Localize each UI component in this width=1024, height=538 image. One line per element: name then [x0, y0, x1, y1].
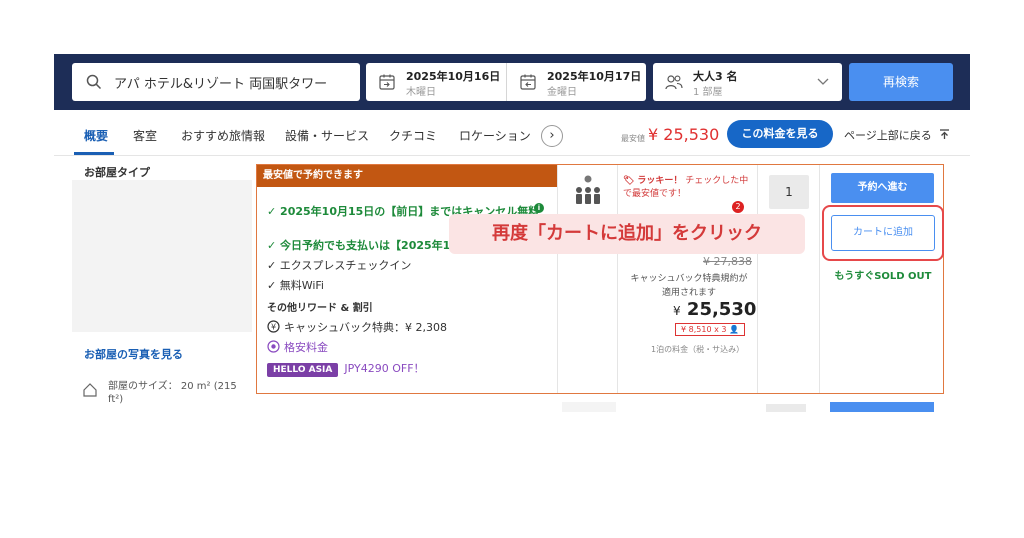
- lucky-title: ラッキー！: [637, 176, 683, 186]
- checkout-date: 2025年10月17日: [547, 70, 642, 83]
- price-per-person-text: ¥ 8,510 x 3: [681, 325, 727, 334]
- discount-text: 格安料金: [284, 341, 328, 354]
- occupancy-icon: [576, 175, 600, 204]
- svg-text:¥: ¥: [271, 323, 276, 332]
- discount-label: 格安料金: [267, 339, 328, 355]
- perk-wifi-text: 無料WiFi: [279, 279, 324, 292]
- sold-out-soon-label: もうすぐSOLD OUT: [834, 271, 932, 282]
- search-bar: アパ ホテル&リゾート 両国駅タワー 2025年10月16日 木曜日 2025年…: [54, 54, 970, 110]
- hello-asia-badge: HELLO ASIA: [267, 363, 339, 377]
- guests-icon: [665, 75, 683, 90]
- room-type-heading: お部屋タイプ: [84, 166, 150, 179]
- lowest-price: ¥ 25,530: [648, 125, 720, 144]
- hotel-nav-tabs: 概要 客室 おすすめ旅情報 設備・サービス クチコミ ロケーション › 最安値 …: [54, 110, 970, 156]
- room-size-icon: [83, 383, 97, 397]
- cashback-terms: キャッシュバック特典規約が適用されます: [630, 274, 748, 298]
- lucky-count-badge: 2: [732, 201, 744, 213]
- perk-express-checkin-text: エクスプレスチェックイン: [279, 259, 412, 272]
- per-night-note: 1泊の料金（税・サ込み）: [651, 345, 745, 354]
- room-price: ¥ 25,530: [673, 299, 756, 320]
- back-to-top-link[interactable]: ページ上部に戻る: [844, 127, 950, 143]
- deal-header: 最安値で予約できます: [257, 165, 557, 187]
- room-photos-link[interactable]: お部屋の写真を見る: [84, 346, 183, 362]
- cart-button-highlight: [822, 205, 944, 261]
- room-size: 部屋のサイズ： 20 m² (215 ft²): [108, 381, 237, 405]
- column-divider: [819, 165, 820, 393]
- perk-wifi: ✓ 無料WiFi: [267, 279, 324, 292]
- room-info-column: お部屋タイプ お部屋の写真を見る 部屋のサイズ： 20 m² (215 ft²): [72, 156, 252, 412]
- tab-location[interactable]: ロケーション: [459, 127, 531, 144]
- calendar-checkout-icon: [520, 74, 536, 90]
- instruction-callout: 再度「カートに追加」をクリック: [449, 214, 805, 254]
- destination-text: アパ ホテル&リゾート 両国駅タワー: [114, 77, 328, 92]
- next-row-preview: [256, 402, 944, 412]
- chevron-right-icon: ›: [549, 128, 555, 143]
- perk-pay-later: ✓ 今日予約でも支払いは【2025年1: [267, 239, 451, 252]
- checkin-date-field[interactable]: 2025年10月16日 木曜日: [366, 63, 506, 101]
- hello-asia-promo: HELLO ASIA JPY4290 OFF！: [267, 360, 425, 377]
- price-amount: 25,530: [686, 299, 757, 320]
- hello-asia-discount: JPY4290 OFF！: [344, 362, 425, 375]
- checkout-day: 金曜日: [547, 87, 577, 98]
- tab-reviews[interactable]: クチコミ: [389, 127, 437, 144]
- guests-count: 大人3 名: [693, 70, 738, 83]
- rewards-heading: その他リワード & 割引: [267, 303, 373, 314]
- tag-icon: 🏷: [623, 176, 635, 186]
- cashback-text: キャッシュバック特典：¥ 2,308: [284, 321, 447, 334]
- arrow-up-icon: [940, 129, 950, 139]
- column-divider: [557, 165, 558, 393]
- room-quantity-select[interactable]: 1: [769, 175, 809, 209]
- checkin-day: 木曜日: [406, 87, 436, 98]
- checkin-date: 2025年10月16日: [406, 70, 501, 83]
- price-per-person: ¥ 8,510 x 3 👤: [675, 323, 745, 336]
- column-divider: [757, 165, 758, 393]
- room-deal-card: 最安値で予約できます ✓ 2025年10月15日の【前日】まではキャンセル無料 …: [256, 164, 944, 394]
- rooms-count: 1 部屋: [693, 87, 723, 98]
- lowest-price-label: 最安値: [621, 134, 645, 143]
- view-rate-button[interactable]: この料金を見る: [727, 120, 833, 148]
- reserve-button[interactable]: 予約へ進む: [831, 173, 934, 203]
- checkout-date-field[interactable]: 2025年10月17日 金曜日: [506, 63, 646, 101]
- tab-rooms[interactable]: 客室: [133, 127, 157, 144]
- price-currency: ¥: [673, 304, 681, 318]
- back-to-top-label: ページ上部に戻る: [844, 129, 932, 142]
- guests-selector[interactable]: 大人3 名 1 部屋: [653, 63, 842, 101]
- tab-overview[interactable]: 概要: [84, 127, 108, 144]
- original-price: ¥ 27,838: [703, 255, 752, 268]
- cashback-reward: ¥ キャッシュバック特典：¥ 2,308: [267, 319, 447, 335]
- active-tab-underline: [74, 152, 114, 155]
- perk-pay-later-text: 今日予約でも支払いは【2025年1: [280, 239, 451, 252]
- column-divider: [617, 165, 618, 393]
- room-image[interactable]: [72, 180, 252, 332]
- lucky-notice: 🏷 ラッキー！ チェックした中で最安値です！: [623, 175, 753, 201]
- tabs-next-button[interactable]: ›: [541, 125, 563, 147]
- tab-facilities[interactable]: 設備・サービス: [285, 127, 369, 144]
- calendar-checkin-icon: [379, 74, 395, 90]
- perk-express-checkin: ✓ エクスプレスチェックイン: [267, 259, 412, 272]
- screenshot-frame: アパ ホテル&リゾート 両国駅タワー 2025年10月16日 木曜日 2025年…: [54, 54, 970, 412]
- search-icon: [86, 74, 102, 90]
- research-button[interactable]: 再検索: [849, 63, 953, 101]
- tab-recommended[interactable]: おすすめ旅情報: [181, 127, 265, 144]
- destination-input[interactable]: アパ ホテル&リゾート 両国駅タワー: [72, 63, 360, 101]
- coin-icon: ¥: [267, 320, 280, 333]
- chevron-down-icon: [817, 78, 829, 85]
- person-icon: 👤: [729, 325, 739, 334]
- discount-icon: [267, 340, 280, 353]
- info-icon[interactable]: i: [534, 203, 544, 213]
